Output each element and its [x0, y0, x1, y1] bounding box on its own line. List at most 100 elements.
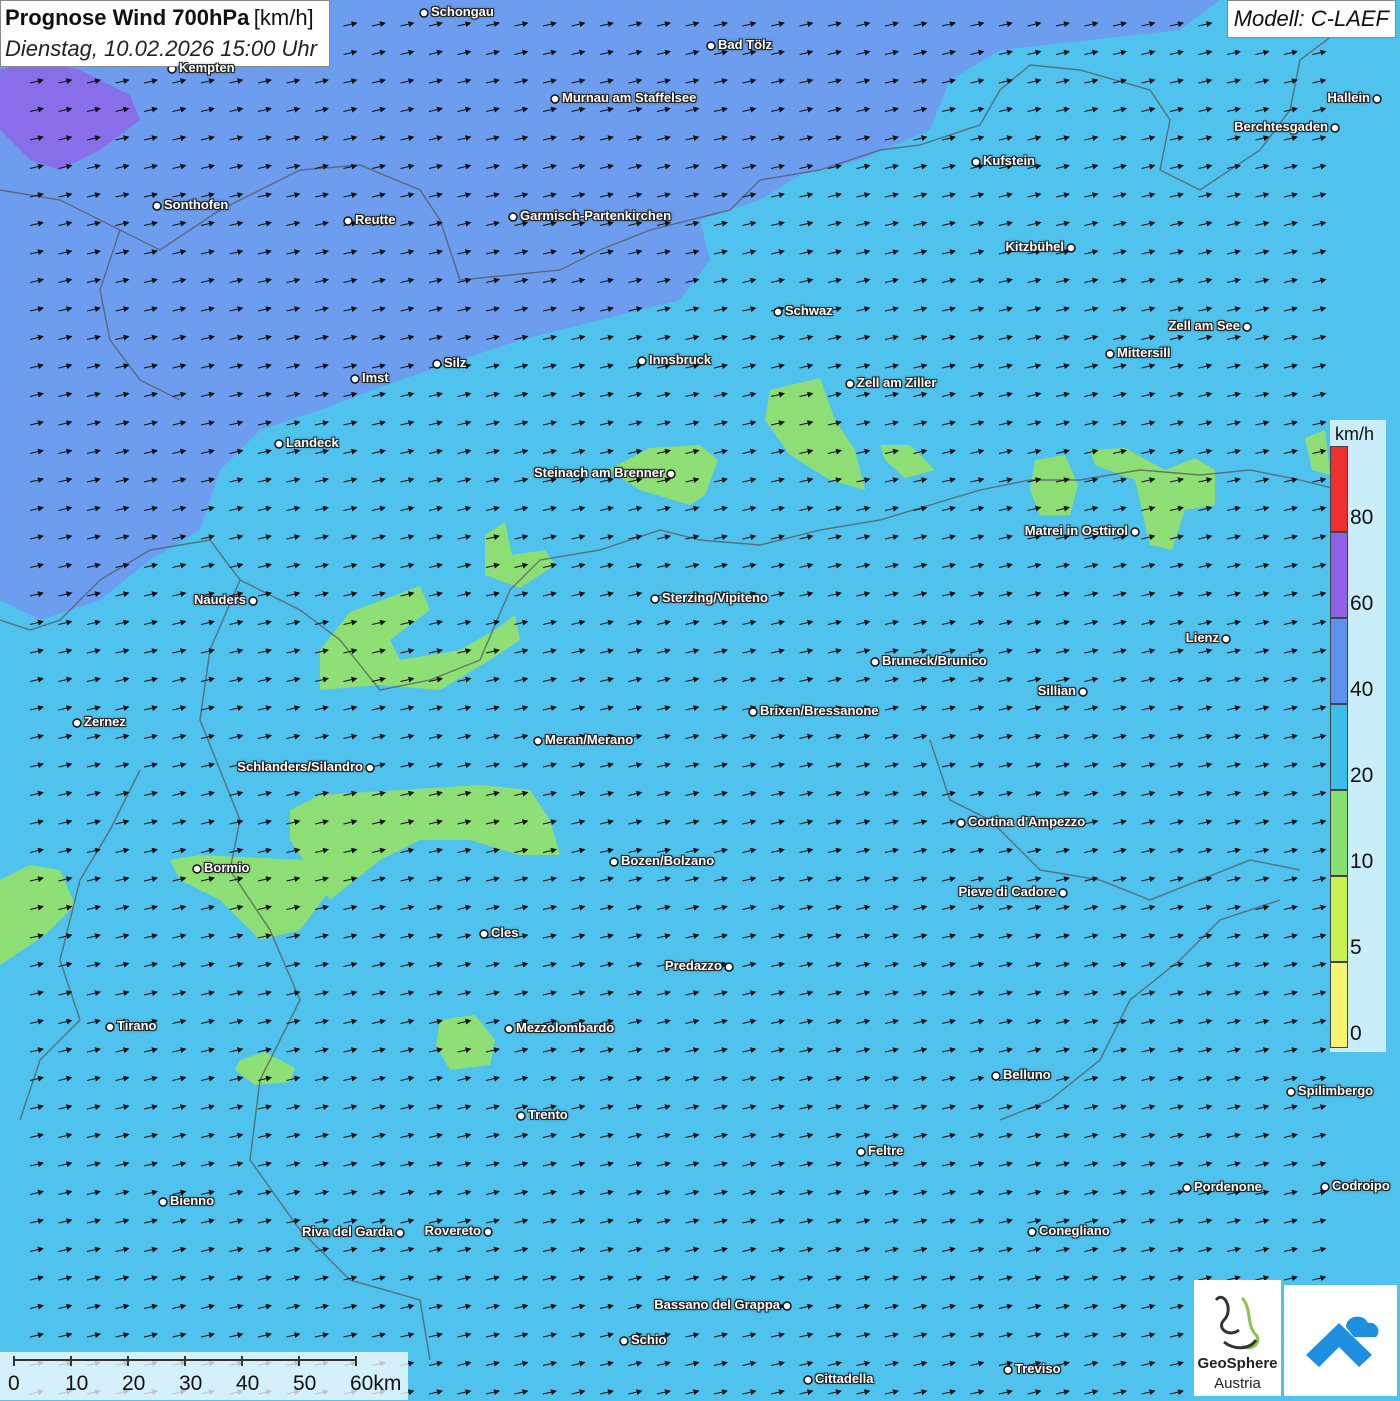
city-label: Schlanders/Silandro — [237, 759, 363, 774]
city-marker[interactable] — [152, 201, 162, 211]
city-label: Bassano del Grappa — [654, 1297, 780, 1312]
city-label: Codroipo — [1332, 1178, 1390, 1193]
city-marker[interactable] — [706, 41, 716, 51]
city-label: Mittersill — [1117, 345, 1171, 360]
city-marker[interactable] — [432, 359, 442, 369]
city-marker[interactable] — [1182, 1183, 1192, 1193]
legend-color-step — [1330, 532, 1348, 618]
city-marker[interactable] — [1221, 634, 1231, 644]
scale-bar — [0, 1352, 408, 1400]
city-marker[interactable] — [1058, 888, 1068, 898]
city-marker[interactable] — [274, 439, 284, 449]
city-label: Murnau am Staffelsee — [562, 90, 697, 105]
city-label: Sonthofen — [164, 197, 229, 212]
legend-label: 20 — [1350, 764, 1374, 787]
city-label: Feltre — [868, 1143, 904, 1158]
city-marker[interactable] — [650, 594, 660, 604]
title-box: Prognose Wind 700hPa [km/h] Dienstag, 10… — [0, 0, 330, 67]
city-marker[interactable] — [419, 8, 429, 18]
city-marker[interactable] — [343, 216, 353, 226]
city-marker[interactable] — [773, 307, 783, 317]
scale-label: 40 — [236, 1372, 260, 1395]
city-marker[interactable] — [619, 1336, 629, 1346]
city-marker[interactable] — [516, 1111, 526, 1121]
city-marker[interactable] — [504, 1024, 514, 1034]
city-marker[interactable] — [1320, 1182, 1330, 1192]
city-marker[interactable] — [1078, 687, 1088, 697]
city-label: Hallein — [1327, 90, 1370, 105]
city-marker[interactable] — [508, 212, 518, 222]
city-label: Schongau — [431, 4, 494, 19]
scale-label: 0 — [8, 1372, 20, 1395]
city-marker[interactable] — [533, 736, 543, 746]
city-label: Lienz — [1185, 630, 1219, 645]
city-marker[interactable] — [1242, 322, 1252, 332]
city-label: Bruneck/Brunico — [882, 653, 987, 668]
city-marker[interactable] — [637, 356, 647, 366]
city-label: Mezzolombardo — [516, 1020, 615, 1035]
city-marker[interactable] — [609, 857, 619, 867]
city-marker[interactable] — [1286, 1087, 1296, 1097]
city-marker[interactable] — [350, 374, 360, 384]
scale-label: 50 — [293, 1372, 317, 1395]
city-marker[interactable] — [192, 864, 202, 874]
city-label: Innsbruck — [649, 352, 712, 367]
city-marker[interactable] — [748, 707, 758, 717]
city-label: Kufstein — [983, 153, 1035, 168]
city-label: Kempten — [179, 60, 235, 75]
city-marker[interactable] — [1027, 1227, 1037, 1237]
city-label: Rovereto — [424, 1223, 481, 1238]
city-label: Riva del Garda — [301, 1224, 393, 1239]
city-marker[interactable] — [724, 962, 734, 972]
city-label: Zernez — [84, 714, 126, 729]
app-logo[interactable] — [1284, 1285, 1397, 1396]
city-marker[interactable] — [971, 157, 981, 167]
city-label: Spilimbergo — [1298, 1083, 1374, 1098]
city-marker[interactable] — [845, 379, 855, 389]
scale-label: 60km — [350, 1372, 402, 1395]
city-label: Landeck — [286, 435, 339, 450]
legend-unit: km/h — [1335, 424, 1375, 444]
city-marker[interactable] — [1066, 243, 1076, 253]
city-marker[interactable] — [782, 1301, 792, 1311]
legend-label: 60 — [1350, 592, 1374, 615]
city-label: Conegliano — [1039, 1223, 1110, 1238]
city-marker[interactable] — [105, 1022, 115, 1032]
city-marker[interactable] — [870, 657, 880, 667]
city-marker[interactable] — [1105, 349, 1115, 359]
city-marker[interactable] — [483, 1227, 493, 1237]
city-label: Belluno — [1003, 1067, 1051, 1082]
city-marker[interactable] — [1372, 94, 1382, 104]
legend-label: 0 — [1350, 1022, 1362, 1045]
city-marker[interactable] — [856, 1147, 866, 1157]
city-label: Steinach am Brenner — [533, 465, 664, 480]
city-marker[interactable] — [1003, 1365, 1013, 1375]
city-label: Predazzo — [664, 958, 722, 973]
city-marker[interactable] — [956, 818, 966, 828]
city-label: Tirano — [117, 1018, 157, 1033]
city-label: Treviso — [1015, 1361, 1061, 1376]
city-label: Cortina d'Ampezzo — [968, 814, 1086, 829]
city-marker[interactable] — [395, 1228, 405, 1238]
city-marker[interactable] — [158, 1197, 168, 1207]
weather-app-icon — [1306, 1316, 1379, 1367]
scale-label: 20 — [122, 1372, 146, 1395]
city-marker[interactable] — [479, 929, 489, 939]
city-marker[interactable] — [365, 763, 375, 773]
city-marker[interactable] — [248, 596, 258, 606]
legend-label: 5 — [1350, 936, 1362, 959]
legend-color-step — [1330, 446, 1348, 532]
city-marker[interactable] — [803, 1375, 813, 1385]
city-marker[interactable] — [1330, 123, 1340, 133]
city-marker[interactable] — [991, 1071, 1001, 1081]
city-label: Reutte — [355, 212, 396, 227]
city-marker[interactable] — [666, 469, 676, 479]
city-marker[interactable] — [1130, 527, 1140, 537]
city-label: Pieve di Cadore — [958, 884, 1056, 899]
city-label: Bozen/Bolzano — [621, 853, 715, 868]
city-marker[interactable] — [72, 718, 82, 728]
legend-label: 40 — [1350, 678, 1374, 701]
forecast-datetime: Dienstag, 10.02.2026 15:00 Uhr — [5, 36, 317, 61]
org-name-line1: GeoSphere — [1197, 1355, 1278, 1372]
city-marker[interactable] — [550, 94, 560, 104]
